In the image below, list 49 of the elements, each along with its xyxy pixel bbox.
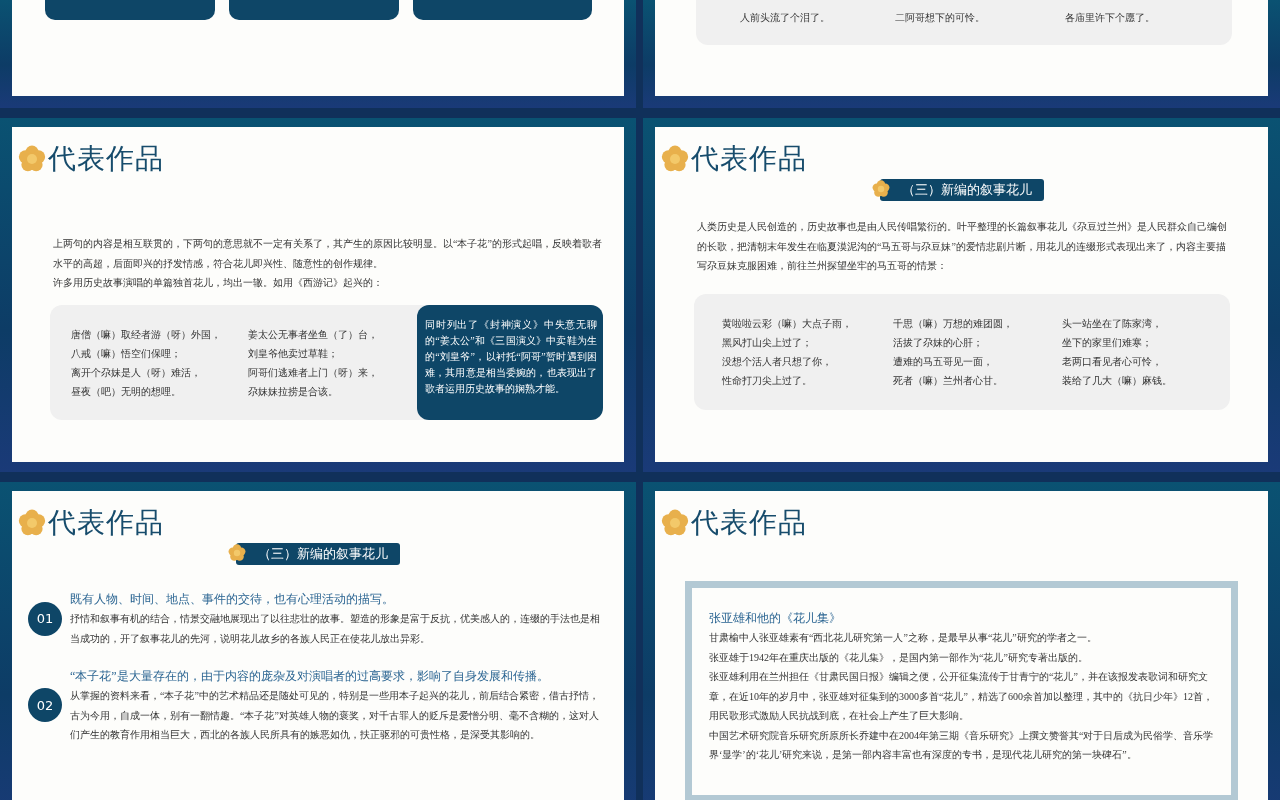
flower-icon bbox=[228, 544, 246, 562]
verse-line: 性命打刀尖上过了。 bbox=[722, 373, 813, 388]
verse-line: 唐僧（嘛）取经者游（呀）外国， bbox=[71, 327, 222, 342]
flower-icon bbox=[661, 145, 689, 173]
number-badge: 02 bbox=[28, 688, 62, 723]
paragraph: 许多用历史故事演唱的单篇独首花儿，均出一辙。如用《西游记》起兴的： bbox=[53, 276, 384, 290]
paragraph: 张亚雄利用在兰州担任《甘肃民国日报》编辑之便，公开征集流传于甘青宁的“花儿”，并在该报发表歌词和研究文章，在近10年的岁月中，张亚雄对征集到的3000多首“花儿”，精选了600余首加以整理，其中的《抗日少年》12首，用民歌形式激励人民抗战到底，在社会上产生了巨大影响。 bbox=[709, 670, 1214, 723]
verse-line: 尕妹妹拉捞是合该。 bbox=[248, 384, 339, 399]
verse-line: 各庙里许下个愿了。 bbox=[1065, 11, 1156, 25]
frame-heading: 张亚雄和他的《花儿集》 bbox=[709, 610, 842, 627]
paragraph: 抒情和叙事有机的结合，情景交融地展现出了以往悲壮的故事。塑造的形象是富于反抗，优美感人的，连缀的手法也是相当成功的，开了叙事花儿的先河，说明花儿故乡的各族人民正在使花儿放出异彩。 bbox=[70, 612, 601, 646]
slide-title: 代表作品 bbox=[48, 142, 164, 176]
paragraph: 中国艺术研究院音乐研究所原所长乔建中在2004年第三期《音乐研究》上撰文赞誉其“对于日后成为民俗学、音乐学界‘显学’的‘花儿’研究来说，是第一部内容丰富也有深度的专书，是现代花儿研究的第一块碑石”。 bbox=[709, 728, 1215, 762]
verse-line: 昼夜（吧）无明的想哩。 bbox=[71, 384, 182, 399]
verse-line: 没想个活人者只想了你， bbox=[722, 354, 833, 369]
verse-line: 姜太公无事者坐鱼（了）台， bbox=[248, 327, 379, 342]
paragraph: 甘肃榆中人张亚雄素有“西北花儿研究第一人”之称，是最早从事“花儿”研究的学者之一。 bbox=[709, 631, 1098, 645]
slide-title: 代表作品 bbox=[48, 506, 164, 540]
flower-icon bbox=[871, 180, 890, 198]
paragraph: 上两句的内容是相互联贯的，下两句的意思就不一定有关系了，其产生的原因比较明显。以“本子花”的形式起唱，反映着歌者水平的高超，后面即兴的抒发情感，符合花儿即兴性、随意性的创作规律。 bbox=[53, 237, 603, 271]
verse-line: 刘皇爷他卖过草鞋； bbox=[248, 346, 339, 361]
note-card: 同时列出了《封神演义》中失意无聊的“姜太公”和《三国演义》中卖鞋为生的“刘皇爷”，以衬托“阿哥”暂时遇到困难，其用意是相当委婉的，也表现出了歌者运用历史故事的娴熟才能。 bbox=[417, 304, 603, 420]
verse-line: 死者（嘛）兰州者心甘。 bbox=[893, 373, 1004, 388]
slide-title: 代表作品 bbox=[691, 506, 807, 540]
verse-line: 二阿哥想下的可怜。 bbox=[895, 11, 986, 25]
verse-line: 阿哥们逃难者上门（呀）来， bbox=[248, 365, 379, 380]
number-badge: 01 bbox=[28, 601, 62, 636]
slide-thumbnail[interactable]: 人前头流了个泪了。 二阿哥想下的可怜。 各庙里许下个愿了。 bbox=[643, 0, 1280, 108]
verse-line: 人前头流了个泪了。 bbox=[740, 11, 831, 25]
verse-line: 千思（嘛）万想的难团圆， bbox=[893, 316, 1014, 331]
paragraph: 张亚雄于1942年在重庆出版的《花儿集》，是国内第一部作为“花儿”研究专著出版的。 bbox=[709, 650, 1089, 665]
verse-line: 遭难的马五哥见一面， bbox=[893, 354, 994, 369]
slide-title: 代表作品 bbox=[691, 142, 807, 176]
verse-line: 头一站坐在了陈家湾， bbox=[1062, 316, 1163, 331]
verse-line: 装给了几大（嘛）麻钱。 bbox=[1062, 373, 1173, 388]
verse-line: 活拔了尕妹的心肝； bbox=[893, 335, 984, 350]
verse-line: 坐下的家里们难寒； bbox=[1062, 335, 1153, 350]
verse-line: 离开个尕妹是人（呀）难活， bbox=[71, 365, 202, 380]
verse-line: 八戒（嘛）悟空们保哩； bbox=[71, 346, 182, 361]
paragraph: 从掌握的资料来看，“本子花”中的艺术精品还是随处可见的，特别是一些用本子起兴的花儿，前后结合紧密，借古抒情，古为今用，自成一体，别有一翻情趣。“本子花”对英雄人物的褒奖，对千古罪人的贬斥是爱憎分明、毫不含糊的，这对人们产生的教育作用相当巨大，西北的各族人民所具有的嫉恶如仇，扶正驱邪的可贵性格，是深受其影响的。 bbox=[70, 689, 600, 742]
verse-line: 黑风打山尖上过了； bbox=[722, 335, 813, 350]
point-heading: “本子花”是大量存在的，由于内容的庞杂及对演唱者的过高要求，影响了自身发展和传播。 bbox=[70, 668, 550, 685]
point-heading: 既有人物、时间、地点、事件的交待，也有心理活动的描写。 bbox=[70, 591, 395, 608]
flower-icon bbox=[18, 145, 46, 173]
flower-icon bbox=[18, 509, 46, 537]
flower-icon bbox=[661, 509, 689, 537]
paragraph: 人类历史是人民创造的，历史故事也是由人民传唱繁衍的。叶平整理的长篇叙事花儿《尕豆过兰州》是人民群众自己编创的长歌，把清朝末年发生在临夏漠泥沟的“马五哥与尕豆妹”的爱情悲剧片断，用花儿的连缀形式表现出来了，内容主要描写尕豆妹克服困难，前往兰州探望坐牢的马五哥的情景： bbox=[697, 220, 1228, 273]
verse-line: 老两口看见者心可怜， bbox=[1062, 354, 1163, 369]
verse-line: 黄啦啦云彩（嘛）大点子雨， bbox=[722, 316, 853, 331]
